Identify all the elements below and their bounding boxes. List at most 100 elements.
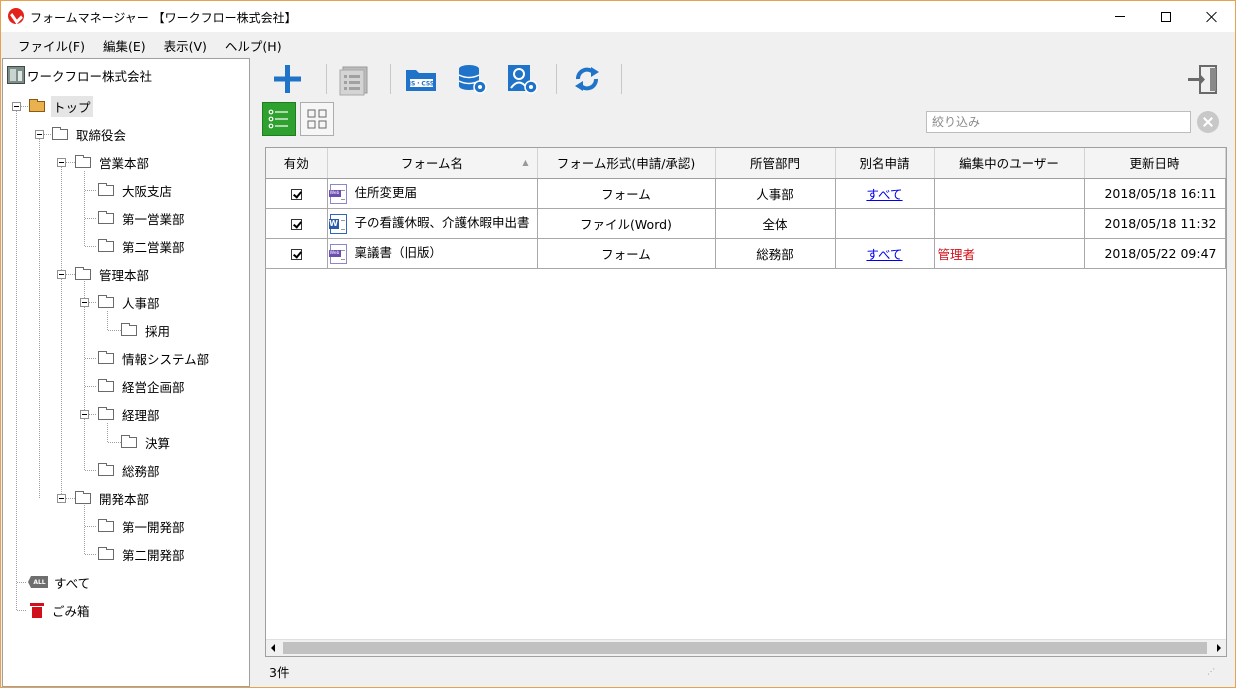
- tree-expander[interactable]: [57, 494, 66, 503]
- folder-icon: [98, 406, 114, 420]
- database-settings-button[interactable]: [455, 62, 491, 96]
- enabled-checkbox[interactable]: [290, 248, 302, 260]
- tree-node[interactable]: 取締役会: [52, 124, 128, 144]
- scrollbar-thumb[interactable]: [283, 642, 1207, 654]
- enabled-checkbox[interactable]: [290, 218, 302, 230]
- tree-expander[interactable]: [57, 158, 66, 167]
- tree-node[interactable]: 総務部: [98, 460, 162, 480]
- tree-expander[interactable]: [80, 298, 89, 307]
- js-css-button[interactable]: JS・CSS: [403, 62, 439, 96]
- organization-tree: ワークフロー株式会社 トップ 取締役会 営業本部 大阪支店 第一営業部 第二営業…: [2, 58, 250, 687]
- tree-node[interactable]: 開発本部: [75, 488, 151, 508]
- minimize-button[interactable]: [1097, 1, 1143, 32]
- scroll-right-icon[interactable]: [1217, 644, 1221, 652]
- tree-node[interactable]: 第一営業部: [98, 208, 187, 228]
- app-window: フォームマネージャー 【ワークフロー株式会社】 ファイル(F) 編集(E) 表示…: [0, 0, 1236, 688]
- column-header-enabled[interactable]: 有効: [266, 148, 328, 179]
- table-row[interactable]: W 子の看護休暇、介護休暇申出書 ファイル(Word) 全体 2018/05/18…: [266, 208, 1226, 239]
- enabled-checkbox[interactable]: [290, 188, 302, 200]
- column-header-form-name[interactable]: フォーム名 ▲: [327, 148, 538, 179]
- app-logo-icon: [8, 8, 24, 24]
- tree-expander[interactable]: [35, 130, 44, 139]
- exit-icon: [1188, 65, 1217, 94]
- resize-grip-icon[interactable]: ⋰: [1207, 667, 1215, 676]
- horizontal-scrollbar[interactable]: [266, 639, 1226, 656]
- tree-node-all[interactable]: ALL すべて: [28, 572, 92, 592]
- web-form-icon: Web: [328, 243, 347, 264]
- menu-edit[interactable]: 編集(E): [94, 36, 155, 55]
- tree-expander[interactable]: [57, 270, 66, 279]
- menu-file[interactable]: ファイル(F): [9, 36, 94, 55]
- column-header-department[interactable]: 所管部門: [715, 148, 836, 179]
- close-button[interactable]: [1189, 1, 1235, 32]
- filter-input[interactable]: [926, 111, 1191, 133]
- alias-cell: すべて: [835, 178, 935, 209]
- column-header-format[interactable]: フォーム形式(申請/承認): [537, 148, 716, 179]
- updated-cell: 2018/05/18 16:11: [1084, 178, 1226, 209]
- column-header-alias[interactable]: 別名申請: [835, 148, 935, 179]
- tree-node-label: 取締役会: [76, 127, 127, 143]
- format-cell: フォーム: [537, 238, 716, 269]
- alias-link[interactable]: すべて: [866, 247, 902, 262]
- grid-view-button[interactable]: [300, 102, 334, 136]
- column-header-label: フォーム名: [400, 156, 464, 172]
- table-row[interactable]: Web 住所変更届 フォーム 人事部 すべて 2018/05/18 16:11: [266, 178, 1226, 209]
- menu-view[interactable]: 表示(V): [155, 36, 216, 55]
- tree-node[interactable]: 経営企画部: [98, 376, 187, 396]
- word-document-icon: W: [328, 213, 347, 234]
- toolbar-separator: [621, 64, 622, 94]
- word-document-badge: W: [328, 218, 339, 229]
- folder-icon: [98, 182, 114, 196]
- column-header-updated[interactable]: 更新日時: [1084, 148, 1226, 179]
- user-settings-button[interactable]: [505, 62, 541, 96]
- form-name: 稟議書（旧版）: [354, 245, 443, 261]
- record-count: 3件: [269, 665, 290, 680]
- alias-cell: すべて: [835, 238, 935, 269]
- enabled-cell: [266, 238, 328, 269]
- tree-node-label: 経営企画部: [122, 379, 185, 395]
- scroll-left-icon[interactable]: [271, 644, 275, 652]
- folder-icon: [98, 518, 114, 532]
- list-button[interactable]: [337, 62, 373, 96]
- tree-node-label: 営業本部: [99, 155, 150, 171]
- status-bar: 3件 ⋰: [265, 659, 1227, 681]
- tree-node[interactable]: 大阪支店: [98, 180, 174, 200]
- panel-splitter[interactable]: [252, 58, 259, 687]
- form-grid: 有効 フォーム名 ▲ フォーム形式(申請/承認) 所管部門 別名申請 編集中のユー…: [265, 147, 1227, 657]
- tree-node[interactable]: 第二営業部: [98, 236, 187, 256]
- list-view-button[interactable]: [262, 102, 296, 136]
- tree-expander[interactable]: [80, 410, 89, 419]
- tree-node[interactable]: 決算: [121, 432, 172, 452]
- tree-node-label: 第二営業部: [122, 239, 185, 255]
- exit-button[interactable]: [1186, 62, 1222, 96]
- tree-node-top[interactable]: トップ: [29, 95, 93, 117]
- department-cell: 人事部: [715, 178, 836, 209]
- tree-node[interactable]: 管理本部: [75, 264, 151, 284]
- add-form-button[interactable]: [270, 62, 306, 96]
- grid-view-icon: [307, 109, 327, 129]
- tree-node[interactable]: 人事部: [98, 292, 162, 312]
- alias-link[interactable]: すべて: [866, 187, 902, 202]
- refresh-button[interactable]: [569, 62, 605, 96]
- clear-filter-button[interactable]: [1197, 111, 1219, 133]
- editing-user-cell: 管理者: [934, 238, 1085, 269]
- tree-node[interactable]: 情報システム部: [98, 348, 211, 368]
- table-row[interactable]: Web 稟議書（旧版） フォーム 総務部 すべて 管理者 2018/05/22 0…: [266, 238, 1226, 269]
- tree-expander[interactable]: [12, 102, 21, 111]
- folder-icon: [98, 378, 114, 392]
- tree-node[interactable]: 第一開発部: [98, 516, 187, 536]
- folder-icon: [52, 126, 68, 140]
- close-icon: [1206, 11, 1218, 23]
- maximize-button[interactable]: [1143, 1, 1189, 32]
- folder-icon: [98, 294, 114, 308]
- menu-help[interactable]: ヘルプ(H): [216, 36, 291, 55]
- tree-node[interactable]: 営業本部: [75, 152, 151, 172]
- tree-node-label: 総務部: [122, 463, 160, 479]
- table-header-row: 有効 フォーム名 ▲ フォーム形式(申請/承認) 所管部門 別名申請 編集中のユー…: [266, 148, 1226, 179]
- tree-node[interactable]: 第二開発部: [98, 544, 187, 564]
- tree-node[interactable]: 経理部: [98, 404, 162, 424]
- column-header-editing-user[interactable]: 編集中のユーザー: [934, 148, 1085, 179]
- tree-node-trash[interactable]: ごみ箱: [28, 600, 92, 620]
- toolbar: JS・CSS: [260, 59, 1232, 99]
- tree-node[interactable]: 採用: [121, 320, 172, 340]
